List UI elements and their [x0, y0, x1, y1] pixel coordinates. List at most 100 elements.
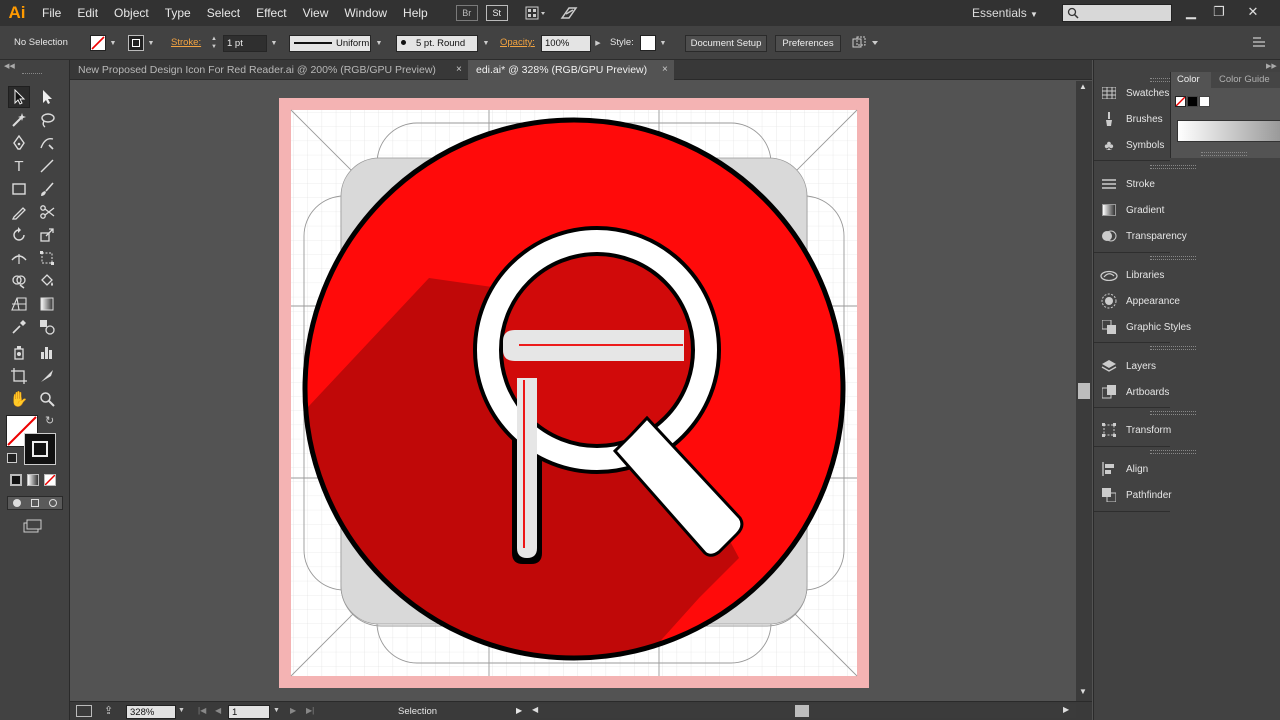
- white-color-chip[interactable]: [1199, 96, 1210, 107]
- screen-mode-icon[interactable]: [22, 519, 42, 533]
- gpu-performance-icon[interactable]: [558, 5, 580, 21]
- black-color-chip[interactable]: [1187, 96, 1198, 107]
- paintbrush-tool[interactable]: [36, 178, 58, 200]
- variable-width-profile[interactable]: Uniform: [289, 35, 371, 52]
- layers-panel-button[interactable]: Layers: [1100, 355, 1156, 377]
- rotate-tool[interactable]: [8, 224, 30, 246]
- artboards-panel-button[interactable]: Artboards: [1100, 381, 1169, 403]
- opacity-slider-icon[interactable]: ▶: [592, 35, 604, 52]
- type-tool[interactable]: T: [8, 155, 30, 177]
- menu-window[interactable]: Window: [336, 0, 395, 26]
- preferences-button[interactable]: Preferences: [775, 35, 841, 52]
- tab-color[interactable]: Color: [1171, 72, 1211, 88]
- stroke-swatch[interactable]: [128, 35, 144, 51]
- align-panel-button[interactable]: Align: [1100, 458, 1148, 480]
- menu-help[interactable]: Help: [395, 0, 436, 26]
- prev-artboard-icon[interactable]: ◀: [215, 706, 221, 715]
- free-transform-tool[interactable]: [36, 247, 58, 269]
- zoom-field[interactable]: 328%: [126, 705, 176, 719]
- swatches-panel-button[interactable]: Swatches: [1100, 82, 1169, 104]
- stroke-weight-stepper[interactable]: ▲ ▼: [208, 35, 220, 52]
- libraries-panel-button[interactable]: Libraries: [1100, 264, 1164, 286]
- search-input[interactable]: [1062, 4, 1172, 22]
- lasso-tool[interactable]: [36, 109, 58, 131]
- minimize-button[interactable]: ▁: [1180, 3, 1202, 21]
- stock-button[interactable]: St: [485, 5, 508, 21]
- artboard-tool[interactable]: [8, 365, 30, 387]
- stroke-weight-field[interactable]: 1 pt: [223, 35, 267, 52]
- selection-tool[interactable]: [8, 86, 30, 108]
- scroll-right-icon[interactable]: ▶: [1063, 705, 1069, 714]
- zoom-dropdown-icon[interactable]: ▼: [178, 707, 185, 714]
- current-tool-status[interactable]: Selection: [398, 706, 437, 717]
- menu-file[interactable]: File: [34, 0, 69, 26]
- fill-dropdown-icon[interactable]: ▼: [107, 35, 119, 52]
- scroll-thumb[interactable]: [1078, 383, 1090, 399]
- pen-tool[interactable]: [8, 132, 30, 154]
- zoom-tool[interactable]: [36, 388, 58, 410]
- close-window-button[interactable]: ✕: [1242, 3, 1264, 21]
- none-mode-button[interactable]: [44, 474, 56, 486]
- drawing-mode-button[interactable]: [7, 496, 63, 510]
- brushes-panel-button[interactable]: Brushes: [1100, 108, 1163, 130]
- panel-collapse-icon[interactable]: ◀◀: [4, 62, 15, 70]
- stroke-dropdown-icon[interactable]: ▼: [145, 35, 157, 52]
- graphic-styles-panel-button[interactable]: Graphic Styles: [1100, 316, 1191, 338]
- appearance-panel-button[interactable]: Appearance: [1100, 290, 1180, 312]
- tab-edi[interactable]: edi.ai* @ 328% (RGB/GPU Preview): [468, 60, 674, 80]
- arrange-documents-icon[interactable]: [522, 5, 550, 21]
- rectangle-tool[interactable]: [8, 178, 30, 200]
- brush-dropdown-icon[interactable]: ▼: [480, 35, 492, 52]
- shape-builder-tool[interactable]: [8, 270, 30, 292]
- direct-selection-tool[interactable]: [36, 86, 58, 108]
- tab-red-reader[interactable]: New Proposed Design Icon For Red Reader.…: [70, 60, 468, 80]
- scissors-tool[interactable]: [36, 201, 58, 223]
- close-tab-icon[interactable]: ×: [662, 60, 668, 80]
- blend-tool[interactable]: [36, 316, 58, 338]
- last-artboard-icon[interactable]: ▶|: [306, 706, 314, 715]
- perspective-grid-tool[interactable]: [8, 293, 30, 315]
- gradient-tool[interactable]: [36, 293, 58, 315]
- style-dropdown-icon[interactable]: ▼: [657, 35, 669, 52]
- menu-view[interactable]: View: [295, 0, 337, 26]
- hand-tool[interactable]: ✋: [8, 388, 30, 410]
- color-spectrum-ramp[interactable]: [1177, 120, 1280, 142]
- workspace-switcher[interactable]: Essentials ▼: [972, 4, 1048, 22]
- color-mode-button[interactable]: [10, 474, 22, 486]
- menu-type[interactable]: Type: [157, 0, 199, 26]
- stroke-color-swatch[interactable]: [24, 433, 56, 465]
- eyedropper-tool[interactable]: [8, 316, 30, 338]
- artboard[interactable]: [279, 98, 869, 688]
- scroll-up-icon[interactable]: ▲: [1079, 82, 1087, 91]
- symbols-panel-button[interactable]: ♣ Symbols: [1100, 134, 1164, 156]
- slice-tool[interactable]: [36, 365, 58, 387]
- opacity-label[interactable]: Opacity:: [500, 37, 535, 48]
- live-paint-bucket-tool[interactable]: [36, 270, 58, 292]
- menu-effect[interactable]: Effect: [248, 0, 294, 26]
- menu-object[interactable]: Object: [106, 0, 157, 26]
- swap-fill-stroke-icon[interactable]: ↻: [45, 414, 54, 427]
- artboard-dropdown-icon[interactable]: ▼: [273, 707, 280, 714]
- maximize-button[interactable]: ❐: [1208, 3, 1230, 21]
- panel-menu-icon[interactable]: [1252, 36, 1266, 48]
- vertical-scrollbar[interactable]: ▲ ▼: [1076, 81, 1092, 701]
- first-artboard-icon[interactable]: |◀: [198, 706, 206, 715]
- tab-color-guide[interactable]: Color Guide: [1211, 72, 1280, 88]
- line-segment-tool[interactable]: [36, 155, 58, 177]
- stroke-panel-button[interactable]: Stroke: [1100, 173, 1155, 195]
- curvature-tool[interactable]: [36, 132, 58, 154]
- stroke-label[interactable]: Stroke:: [171, 37, 201, 48]
- scroll-left-icon[interactable]: ◀: [532, 705, 538, 714]
- opacity-field[interactable]: 100%: [541, 35, 591, 52]
- gradient-panel-button[interactable]: Gradient: [1100, 199, 1164, 221]
- horizontal-scrollbar[interactable]: ◀ ▶: [530, 704, 1076, 718]
- h-scroll-thumb[interactable]: [795, 705, 809, 717]
- artboard-field[interactable]: 1: [228, 705, 270, 719]
- menu-edit[interactable]: Edit: [69, 0, 106, 26]
- menu-select[interactable]: Select: [199, 0, 248, 26]
- close-tab-icon[interactable]: ×: [456, 60, 462, 80]
- none-color-chip[interactable]: [1175, 96, 1186, 107]
- gradient-mode-button[interactable]: [27, 474, 39, 486]
- pencil-tool[interactable]: [8, 201, 30, 223]
- scale-tool[interactable]: [36, 224, 58, 246]
